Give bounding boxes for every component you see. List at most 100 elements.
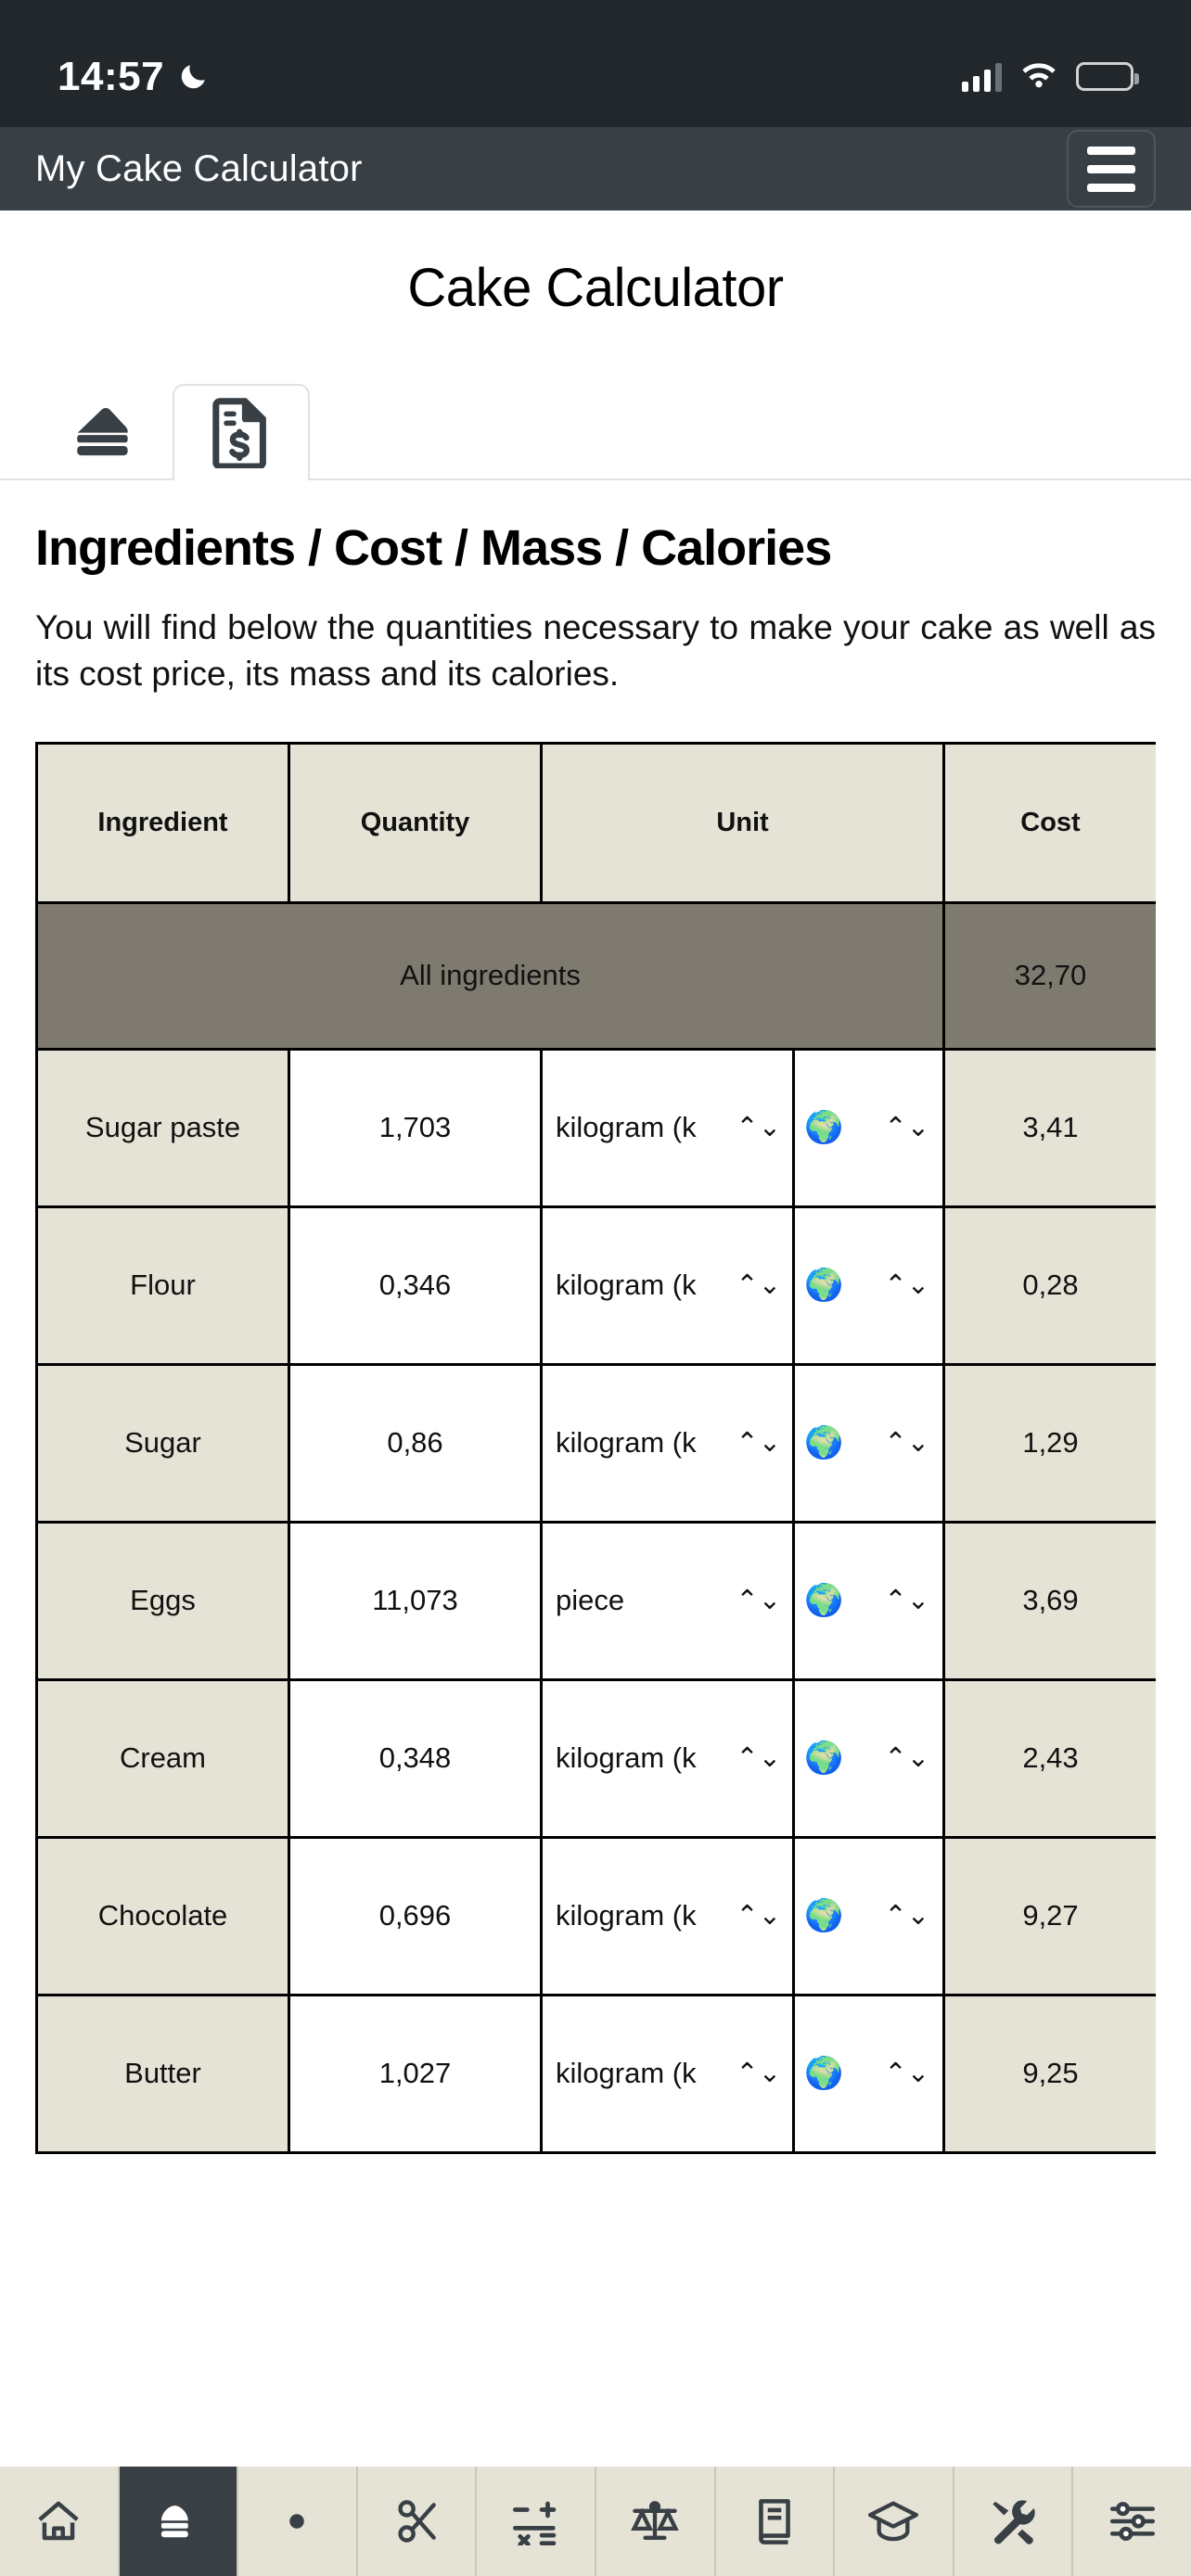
tab-bar xyxy=(0,382,1191,480)
globe-icon: 🌍 xyxy=(804,1583,844,1619)
cell-ingredient: Flour xyxy=(35,1205,290,1366)
quantity-input[interactable]: 0,86 xyxy=(288,1362,543,1524)
balance-scale-icon xyxy=(628,2498,682,2544)
cellular-signal-icon xyxy=(962,62,1002,92)
chevron-updown-icon: ⌃⌄ xyxy=(736,1269,781,1300)
sliders-icon xyxy=(1107,2500,1159,2543)
status-time: 14:57 xyxy=(58,53,165,99)
cell-cost: 3,41 xyxy=(942,1047,1156,1208)
cake-slice-icon xyxy=(69,400,139,463)
origin-select[interactable]: 🌍 ⌃⌄ xyxy=(792,1520,945,1681)
unit-select[interactable]: kilogram (k ⌃⌄ xyxy=(540,1047,795,1208)
quantity-input[interactable]: 0,348 xyxy=(288,1677,543,1839)
cell-ingredient: Sugar paste xyxy=(35,1047,290,1208)
invoice-dollar-icon xyxy=(211,398,272,468)
quantity-input[interactable]: 1,027 xyxy=(288,1993,543,2154)
chevron-updown-icon: ⌃⌄ xyxy=(884,1585,929,1615)
unit-select-value: kilogram (k xyxy=(556,1111,697,1144)
section-description: You will find below the quantities neces… xyxy=(35,608,1156,693)
tab-cake[interactable] xyxy=(35,382,173,478)
summary-row: All ingredients 32,70 xyxy=(35,900,1156,1051)
column-header-cost: Cost xyxy=(942,741,1156,904)
globe-icon: 🌍 xyxy=(804,1110,844,1146)
globe-icon: 🌍 xyxy=(804,1741,844,1777)
unit-select[interactable]: kilogram (k ⌃⌄ xyxy=(540,1835,795,1996)
unit-select[interactable]: kilogram (k ⌃⌄ xyxy=(540,1205,795,1366)
cell-ingredient: Sugar xyxy=(35,1362,290,1524)
table-row: Flour 0,346 kilogram (k ⌃⌄ 🌍 ⌃⌄ 0,28 xyxy=(35,1205,1156,1366)
chevron-updown-icon: ⌃⌄ xyxy=(736,1900,781,1931)
status-bar-right xyxy=(962,60,1139,93)
nav-home[interactable] xyxy=(0,2467,120,2576)
nav-cake-slice[interactable] xyxy=(119,2467,239,2576)
table-body: Sugar paste 1,703 kilogram (k ⌃⌄ 🌍 ⌃⌄ 3,41 Flou… xyxy=(35,1047,1156,2154)
cell-cost: 0,28 xyxy=(942,1205,1156,1366)
cell-cost: 2,43 xyxy=(942,1677,1156,1839)
unit-select[interactable]: kilogram (k ⌃⌄ xyxy=(540,1993,795,2154)
origin-select[interactable]: 🌍 ⌃⌄ xyxy=(792,1835,945,1996)
wifi-icon xyxy=(1020,60,1057,93)
status-bar: 14:57 xyxy=(0,0,1191,127)
moon-icon xyxy=(177,61,209,93)
globe-icon: 🌍 xyxy=(804,1268,844,1304)
nav-tools[interactable] xyxy=(954,2467,1074,2576)
nav-math-operators[interactable] xyxy=(477,2467,596,2576)
chevron-updown-icon: ⌃⌄ xyxy=(884,1427,929,1458)
unit-select-value: kilogram (k xyxy=(556,1269,697,1302)
page-content: Cake Calculator Ingredients / Cost / Mas… xyxy=(0,210,1191,2154)
home-icon xyxy=(33,2496,83,2546)
cell-ingredient: Chocolate xyxy=(35,1835,290,1996)
origin-select[interactable]: 🌍 ⌃⌄ xyxy=(792,1993,945,2154)
chevron-updown-icon: ⌃⌄ xyxy=(736,2058,781,2088)
hamburger-menu-icon[interactable] xyxy=(1067,130,1156,208)
origin-select[interactable]: 🌍 ⌃⌄ xyxy=(792,1047,945,1208)
phone-screen: 14:57 My Cake Calculator Cake Calculator… xyxy=(0,0,1191,2576)
chevron-updown-icon: ⌃⌄ xyxy=(884,1112,929,1142)
cell-cost: 9,27 xyxy=(942,1835,1156,1996)
chevron-updown-icon: ⌃⌄ xyxy=(884,1900,929,1931)
quantity-input[interactable]: 0,696 xyxy=(288,1835,543,1996)
ingredients-table-wrapper: Ingredient Quantity Unit Cost All ingred… xyxy=(35,741,1156,2154)
eye-icon xyxy=(271,2502,323,2541)
cell-cost: 1,29 xyxy=(942,1362,1156,1524)
origin-select[interactable]: 🌍 ⌃⌄ xyxy=(792,1677,945,1839)
section-title: Ingredients / Cost / Mass / Calories xyxy=(35,520,832,576)
nav-sliders[interactable] xyxy=(1073,2467,1191,2576)
summary-label: All ingredients xyxy=(35,900,945,1051)
origin-select[interactable]: 🌍 ⌃⌄ xyxy=(792,1362,945,1524)
column-header-quantity: Quantity xyxy=(288,741,543,904)
bottom-navigation-bar xyxy=(0,2467,1191,2576)
column-header-unit: Unit xyxy=(540,741,945,904)
unit-select-value: kilogram (k xyxy=(556,1899,697,1932)
chevron-updown-icon: ⌃⌄ xyxy=(736,1742,781,1773)
table-summary: All ingredients 32,70 xyxy=(35,900,1156,1051)
cake-slice-icon xyxy=(152,2498,204,2544)
origin-select[interactable]: 🌍 ⌃⌄ xyxy=(792,1205,945,1366)
nav-balance-scale[interactable] xyxy=(596,2467,716,2576)
unit-select[interactable]: kilogram (k ⌃⌄ xyxy=(540,1677,795,1839)
table-header-row: Ingredient Quantity Unit Cost xyxy=(35,741,1156,904)
nav-scissors[interactable] xyxy=(358,2467,478,2576)
unit-select[interactable]: kilogram (k ⌃⌄ xyxy=(540,1362,795,1524)
unit-select-value: piece xyxy=(556,1584,625,1617)
nav-graduation-cap[interactable] xyxy=(835,2467,954,2576)
app-title: My Cake Calculator xyxy=(35,147,363,189)
table-row: Sugar 0,86 kilogram (k ⌃⌄ 🌍 ⌃⌄ 1,29 xyxy=(35,1362,1156,1524)
quantity-input[interactable]: 0,346 xyxy=(288,1205,543,1366)
nav-book[interactable] xyxy=(716,2467,836,2576)
globe-icon: 🌍 xyxy=(804,2056,844,2092)
nav-eye[interactable] xyxy=(238,2467,358,2576)
quantity-input[interactable]: 11,073 xyxy=(288,1520,543,1681)
tab-invoice[interactable] xyxy=(173,384,310,480)
unit-select-value: kilogram (k xyxy=(556,2057,697,2090)
chevron-updown-icon: ⌃⌄ xyxy=(736,1427,781,1458)
book-icon xyxy=(752,2496,797,2546)
unit-select[interactable]: piece ⌃⌄ xyxy=(540,1520,795,1681)
quantity-input[interactable]: 1,703 xyxy=(288,1047,543,1208)
chevron-updown-icon: ⌃⌄ xyxy=(736,1585,781,1615)
column-header-ingredient: Ingredient xyxy=(35,741,290,904)
globe-icon: 🌍 xyxy=(804,1425,844,1461)
table-row: Eggs 11,073 piece ⌃⌄ 🌍 ⌃⌄ 3,69 xyxy=(35,1520,1156,1681)
chevron-updown-icon: ⌃⌄ xyxy=(884,1742,929,1773)
scissors-icon xyxy=(392,2496,441,2546)
